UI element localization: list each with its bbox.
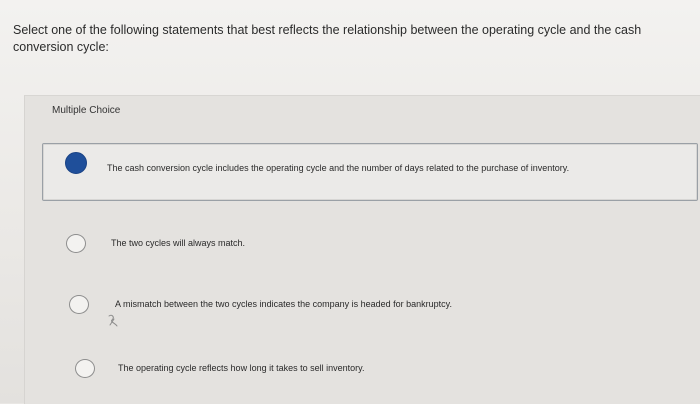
answer-option-1[interactable]: The cash conversion cycle includes the o… [42,143,698,201]
quiz-page: Select one of the following statements t… [0,0,700,404]
answer-option-3-text: A mismatch between the two cycles indica… [115,299,453,309]
answer-option-1-text: The cash conversion cycle includes the o… [107,163,570,173]
question-text: Select one of the following statements t… [13,23,642,54]
answer-option-4-text: The operating cycle reflects how long it… [118,363,365,373]
pencil-scribble-icon [108,314,118,327]
radio-selected-icon[interactable] [65,152,87,174]
answer-option-3[interactable]: A mismatch between the two cycles indica… [69,293,669,317]
radio-unselected-icon[interactable] [66,234,86,253]
answer-option-2[interactable]: The two cycles will always match. [66,232,666,256]
radio-unselected-icon[interactable] [69,295,89,314]
answer-option-2-text: The two cycles will always match. [111,238,246,248]
answer-option-4[interactable]: The operating cycle reflects how long it… [75,357,675,381]
multiple-choice-label: Multiple Choice [52,105,121,116]
radio-unselected-icon[interactable] [75,359,95,378]
